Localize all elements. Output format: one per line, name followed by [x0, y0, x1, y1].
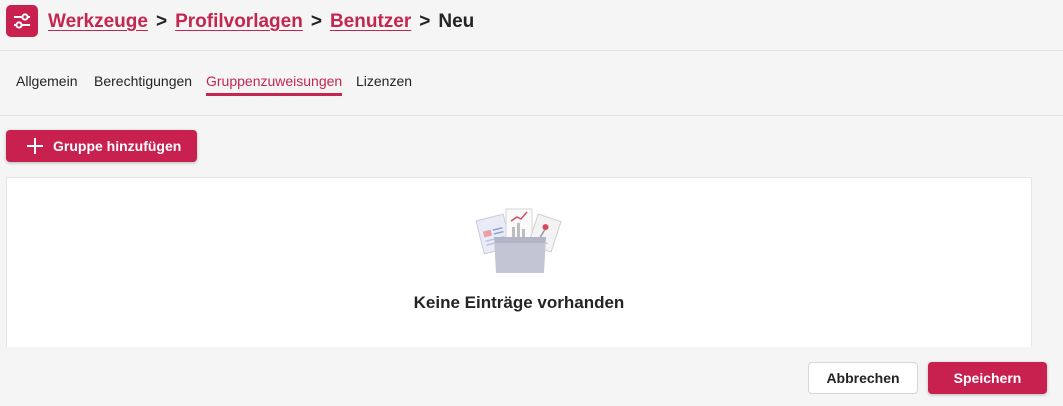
- footer-bar: Abbrechen Speichern: [0, 347, 1063, 406]
- group-list-panel: Keine Einträge vorhanden: [6, 177, 1032, 348]
- breadcrumb-link-profilvorlagen[interactable]: Profilvorlagen: [175, 11, 303, 33]
- breadcrumb-link-benutzer[interactable]: Benutzer: [330, 11, 411, 33]
- save-button[interactable]: Speichern: [928, 362, 1047, 394]
- page-header: Werkzeuge > Profilvorlagen > Benutzer > …: [0, 0, 1063, 51]
- breadcrumb-separator: >: [155, 11, 168, 32]
- empty-documents-box-icon: [475, 208, 562, 273]
- breadcrumb-separator: >: [310, 11, 322, 32]
- tab-berechtigungen[interactable]: Berechtigungen: [94, 73, 192, 93]
- breadcrumb-separator: >: [419, 11, 431, 32]
- tab-bar: Allgemein Berechtigungen Gruppenzuweisun…: [0, 51, 1063, 116]
- add-group-button[interactable]: Gruppe hinzufügen: [6, 130, 197, 162]
- breadcrumb: Werkzeuge > Profilvorlagen > Benutzer > …: [48, 9, 474, 35]
- tab-lizenzen[interactable]: Lizenzen: [356, 73, 412, 93]
- tab-allgemein[interactable]: Allgemein: [16, 73, 77, 93]
- cancel-button[interactable]: Abbrechen: [808, 362, 918, 394]
- empty-state-message: Keine Einträge vorhanden: [413, 293, 625, 312]
- tab-gruppenzuweisungen[interactable]: Gruppenzuweisungen: [206, 73, 343, 96]
- breadcrumb-current: Neu: [438, 11, 475, 32]
- plus-icon: [27, 138, 43, 154]
- breadcrumb-link-werkzeuge[interactable]: Werkzeuge: [48, 11, 148, 33]
- add-group-label: Gruppe hinzufügen: [53, 138, 182, 154]
- sliders-icon[interactable]: [6, 5, 38, 37]
